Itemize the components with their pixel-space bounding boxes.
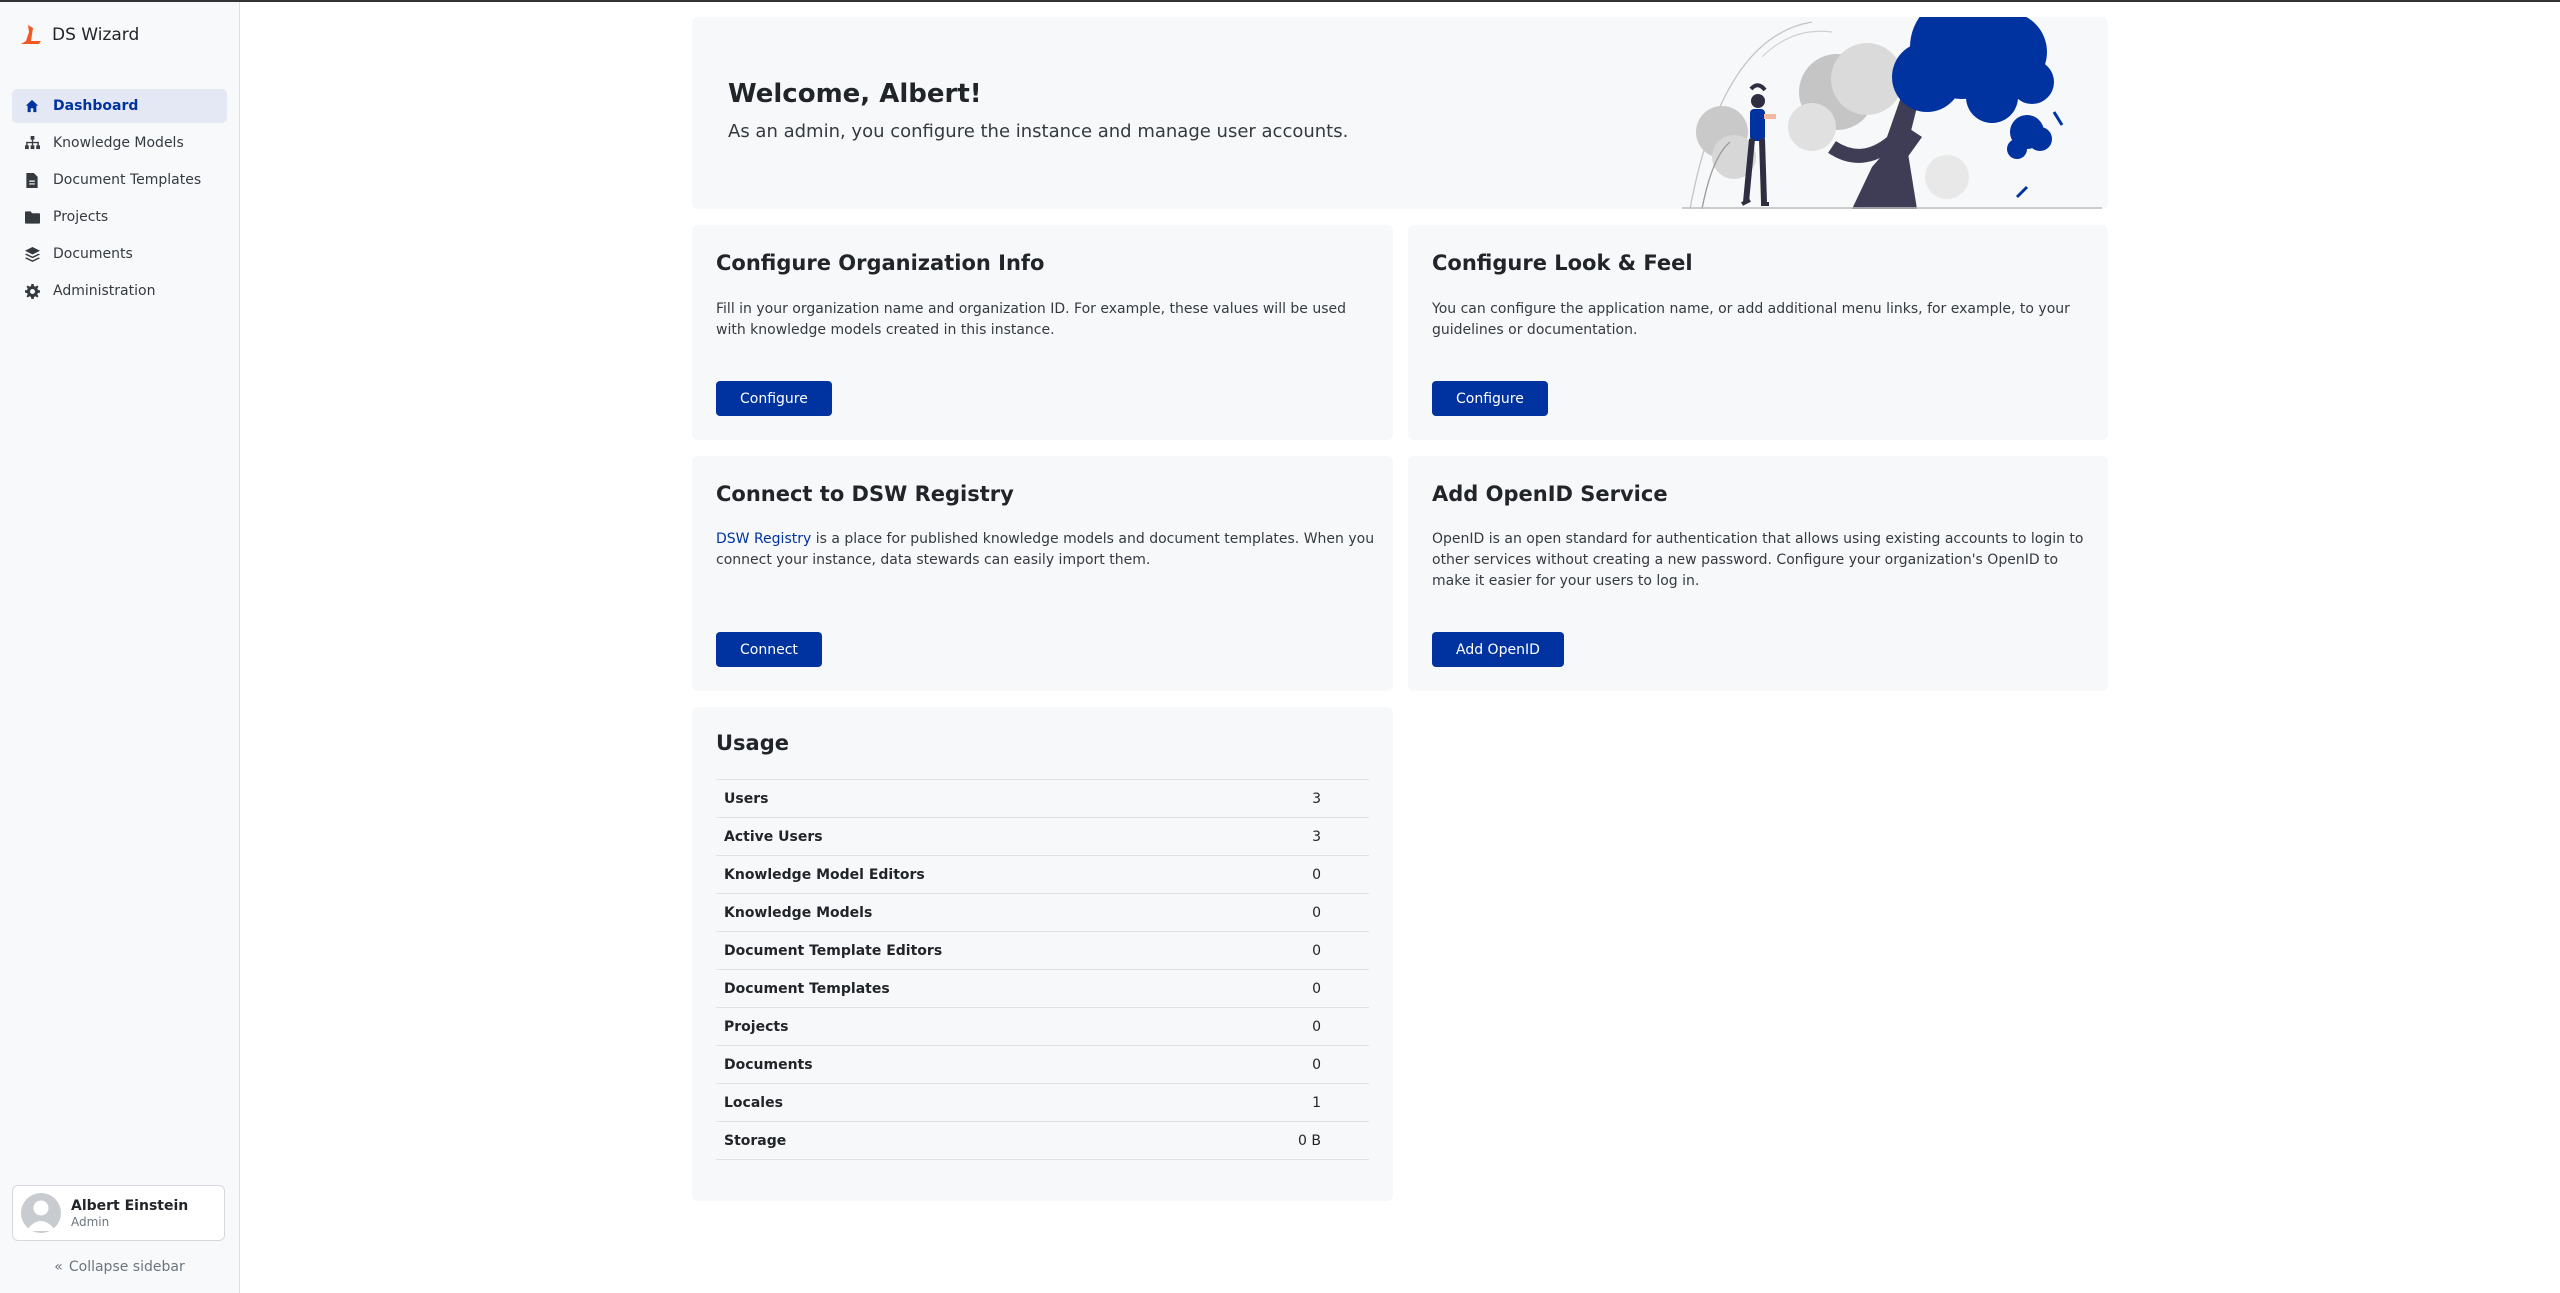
home-icon — [24, 98, 40, 114]
usage-value: 0 — [1204, 855, 1369, 894]
usage-title: Usage — [716, 731, 789, 755]
layers-icon — [24, 246, 40, 262]
sidebar-item-label: Document Templates — [53, 172, 202, 188]
sidebar-nav: Dashboard Knowledge Models Document Temp… — [12, 89, 227, 311]
usage-value: 3 — [1204, 817, 1369, 856]
avatar — [21, 1193, 61, 1233]
usage-value: 0 — [1204, 1007, 1369, 1046]
table-row: Storage 0 B — [716, 1121, 1369, 1160]
usage-value: 3 — [1204, 779, 1369, 818]
card-title: Add OpenID Service — [1432, 482, 1668, 506]
usage-value: 0 B — [1204, 1121, 1369, 1160]
user-profile-menu[interactable]: Albert Einstein Admin — [12, 1185, 225, 1241]
usage-value: 0 — [1204, 969, 1369, 1008]
welcome-title: Welcome, Albert! — [728, 79, 982, 109]
usage-label: Document Template Editors — [716, 931, 1205, 970]
card-description: OpenID is an open standard for authentic… — [1432, 531, 2084, 589]
connect-registry-button[interactable]: Connect — [716, 632, 822, 667]
gear-icon — [24, 283, 40, 299]
usage-label: Storage — [716, 1121, 1205, 1160]
sidebar-item-label: Administration — [53, 283, 156, 299]
connect-registry-card: Connect to DSW Registry DSW Registry is … — [692, 456, 1393, 691]
sidebar-item-label: Projects — [53, 209, 109, 225]
wizard-hat-logo-icon — [21, 25, 41, 44]
configure-organization-button[interactable]: Configure — [716, 381, 832, 416]
add-openid-card: Add OpenID Service OpenID is an open sta… — [1408, 456, 2108, 691]
welcome-illustration — [1682, 17, 2102, 209]
card-title: Configure Organization Info — [716, 251, 1045, 275]
sidebar-item-projects[interactable]: Projects — [12, 200, 227, 234]
usage-label: Document Templates — [716, 969, 1205, 1008]
configure-look-feel-button[interactable]: Configure — [1432, 381, 1548, 416]
usage-value: 0 — [1204, 893, 1369, 932]
usage-card: Usage Users 3 Active Users 3 Knowledge Model… — [692, 707, 1393, 1201]
usage-value: 0 — [1204, 931, 1369, 970]
brand[interactable]: DS Wizard — [18, 22, 139, 48]
file-icon — [24, 172, 40, 188]
usage-label: Knowledge Model Editors — [716, 855, 1205, 894]
collapse-label: Collapse sidebar — [68, 1259, 185, 1275]
table-row: Projects 0 — [716, 1007, 1369, 1046]
table-row: Locales 1 — [716, 1083, 1369, 1122]
dsw-registry-link[interactable]: DSW Registry — [716, 531, 811, 547]
usage-label: Users — [716, 779, 1205, 818]
card-description-text: is a place for published knowledge model… — [716, 531, 1375, 568]
card-title: Configure Look & Feel — [1432, 251, 1693, 275]
sitemap-icon — [24, 135, 40, 151]
add-openid-button[interactable]: Add OpenID — [1432, 632, 1564, 667]
usage-label: Active Users — [716, 817, 1205, 856]
usage-value: 0 — [1204, 1045, 1369, 1084]
usage-value: 1 — [1204, 1083, 1369, 1122]
sidebar-item-dashboard[interactable]: Dashboard — [12, 89, 227, 123]
welcome-banner: Welcome, Albert! As an admin, you config… — [692, 17, 2108, 209]
sidebar: DS Wizard Dashboard Knowledge Models Doc… — [0, 2, 240, 1293]
profile-role: Admin — [71, 1214, 110, 1229]
table-row: Documents 0 — [716, 1045, 1369, 1084]
configure-look-feel-card: Configure Look & Feel You can configure … — [1408, 225, 2108, 440]
double-chevron-left-icon: « — [54, 1259, 63, 1275]
usage-label: Projects — [716, 1007, 1205, 1046]
sidebar-item-document-templates[interactable]: Document Templates — [12, 163, 227, 197]
sidebar-item-label: Knowledge Models — [53, 135, 184, 151]
table-row: Document Template Editors 0 — [716, 931, 1369, 970]
usage-label: Locales — [716, 1083, 1205, 1122]
card-description: Fill in your organization name and organ… — [716, 301, 1347, 338]
table-row: Users 3 — [716, 779, 1369, 818]
welcome-subtitle: As an admin, you configure the instance … — [728, 121, 1349, 142]
table-row: Document Templates 0 — [716, 969, 1369, 1008]
table-row: Active Users 3 — [716, 817, 1369, 856]
collapse-sidebar-button[interactable]: « Collapse sidebar — [0, 1259, 239, 1275]
folder-icon — [24, 209, 40, 225]
configure-organization-card: Configure Organization Info Fill in your… — [692, 225, 1393, 440]
sidebar-item-label: Documents — [53, 246, 133, 262]
table-row: Knowledge Model Editors 0 — [716, 855, 1369, 894]
sidebar-item-administration[interactable]: Administration — [12, 274, 227, 308]
sidebar-item-label: Dashboard — [53, 98, 139, 114]
card-title: Connect to DSW Registry — [716, 482, 1014, 506]
sidebar-item-knowledge-models[interactable]: Knowledge Models — [12, 126, 227, 160]
app-name: DS Wizard — [52, 25, 140, 45]
card-description: DSW Registry is a place for published kn… — [716, 529, 1376, 571]
window-top-border — [0, 0, 2560, 2]
usage-label: Documents — [716, 1045, 1205, 1084]
profile-name: Albert Einstein — [71, 1197, 189, 1214]
card-description: You can configure the application name, … — [1432, 301, 2070, 338]
sidebar-item-documents[interactable]: Documents — [12, 237, 227, 271]
table-row: Knowledge Models 0 — [716, 893, 1369, 932]
usage-table: Users 3 Active Users 3 Knowledge Model Edito… — [716, 779, 1369, 1160]
usage-label: Knowledge Models — [716, 893, 1205, 932]
